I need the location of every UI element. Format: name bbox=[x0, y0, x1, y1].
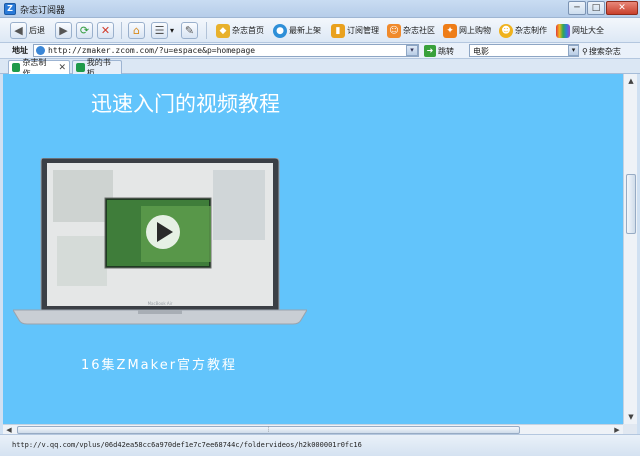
url-input[interactable]: http://zmaker.zcom.com/?u=espace&p=homep… bbox=[33, 44, 419, 57]
refresh-button[interactable]: ⟳ bbox=[76, 21, 93, 40]
status-url: http://v.qq.com/vplus/06d42ea58cc6a970de… bbox=[12, 441, 362, 449]
home-button[interactable]: ⌂ bbox=[128, 21, 145, 40]
page-heading: 迅速入门的视频教程 bbox=[91, 92, 280, 116]
scroll-up-icon[interactable]: ▲ bbox=[625, 75, 637, 87]
page-icon bbox=[36, 46, 45, 55]
tab-close-icon[interactable]: ✕ bbox=[58, 63, 66, 73]
tab-page-icon bbox=[76, 63, 85, 72]
laptop-brand-text: MacBook Air bbox=[148, 301, 173, 306]
magazine-home-button[interactable]: ◆ 杂志首页 bbox=[216, 21, 264, 40]
history-dropdown-icon: ▾ bbox=[170, 26, 175, 35]
toolbar: ◀ 后退 ▶ ⟳ ✕ ⌂ ☰ ▾ ✎ ◆ 杂志首页 ● 最新上架 ▮ 订阅管理 … bbox=[0, 18, 640, 43]
go-button[interactable]: ➜ 跳转 bbox=[424, 44, 454, 58]
smiley-icon: ☻ bbox=[499, 23, 513, 38]
tutorial-caption[interactable]: 16集ZMaker官方教程 bbox=[81, 354, 237, 373]
color-bars-icon bbox=[556, 23, 570, 38]
vertical-scrollbar[interactable]: ▲ ▼ bbox=[623, 74, 637, 424]
online-shopping-button[interactable]: ✦ 网上购物 bbox=[443, 21, 491, 40]
horizontal-scrollbar[interactable]: ◀ ⋮ ▶ bbox=[3, 424, 623, 434]
scroll-corner bbox=[623, 424, 637, 434]
forward-button[interactable]: ▶ bbox=[55, 21, 72, 40]
forward-arrow-icon: ▶ bbox=[55, 22, 72, 39]
search-dropdown-icon[interactable]: ▾ bbox=[568, 45, 579, 56]
back-arrow-icon: ◀ bbox=[10, 22, 27, 39]
tab-bar: 杂志制作 ✕ 我的书柜 bbox=[0, 58, 640, 78]
home-icon: ⌂ bbox=[128, 22, 145, 39]
search-button-label: 搜索杂志 bbox=[588, 46, 621, 56]
magazine-home-label: 杂志首页 bbox=[232, 26, 264, 35]
stop-icon: ✕ bbox=[97, 22, 114, 39]
back-label: 后退 bbox=[29, 26, 45, 35]
history-button[interactable]: ☰ ▾ bbox=[151, 21, 174, 40]
url-text: http://zmaker.zcom.com/?u=espace&p=homep… bbox=[48, 46, 256, 55]
url-dropdown-icon[interactable]: ▾ bbox=[406, 45, 418, 56]
shopping-icon: ✦ bbox=[443, 23, 457, 38]
search-icon: ⚲ bbox=[582, 46, 588, 56]
edit-icon: ✎ bbox=[181, 22, 198, 39]
title-bar: Z 杂志订阅器 ─ □ ✕ bbox=[0, 0, 640, 18]
magazine-home-icon: ◆ bbox=[216, 23, 230, 38]
window-title: 杂志订阅器 bbox=[20, 6, 66, 16]
url-directory-label: 网址大全 bbox=[572, 26, 604, 35]
app-icon: Z bbox=[4, 3, 16, 15]
new-arrivals-button[interactable]: ● 最新上架 bbox=[273, 21, 321, 40]
globe-icon: ● bbox=[273, 23, 287, 38]
web-content: 迅速入门的视频教程 MacBook Air 16集ZMaker官方教程 bbox=[3, 74, 623, 424]
magazine-community-label: 杂志社区 bbox=[403, 26, 435, 35]
url-directory-button[interactable]: 网址大全 bbox=[556, 21, 604, 40]
go-arrow-icon: ➜ bbox=[424, 45, 436, 57]
video-tutorial-thumbnail[interactable]: MacBook Air bbox=[13, 158, 307, 328]
history-icon: ☰ bbox=[151, 22, 168, 39]
scroll-down-icon[interactable]: ▼ bbox=[625, 411, 637, 423]
address-label: 地址 bbox=[12, 46, 28, 55]
edit-button[interactable]: ✎ bbox=[181, 21, 198, 40]
magazine-making-button[interactable]: ☻ 杂志制作 bbox=[499, 21, 547, 40]
refresh-icon: ⟳ bbox=[76, 22, 93, 39]
close-button[interactable]: ✕ bbox=[606, 1, 638, 15]
minimize-button[interactable]: ─ bbox=[568, 1, 586, 15]
toolbar-divider bbox=[206, 22, 207, 39]
tab-magazine-making[interactable]: 杂志制作 ✕ bbox=[8, 58, 70, 78]
bookmark-icon: ▮ bbox=[331, 23, 345, 38]
magazine-community-button[interactable]: ☺ 杂志社区 bbox=[387, 21, 435, 40]
people-icon: ☺ bbox=[387, 23, 401, 38]
subscription-management-button[interactable]: ▮ 订阅管理 bbox=[331, 21, 379, 40]
status-bar: http://v.qq.com/vplus/06d42ea58cc6a970de… bbox=[0, 434, 640, 456]
stop-button[interactable]: ✕ bbox=[97, 21, 114, 40]
online-shopping-label: 网上购物 bbox=[459, 26, 491, 35]
search-magazine-button[interactable]: ⚲ 搜索杂志 bbox=[582, 44, 621, 58]
tab-page-icon bbox=[12, 63, 21, 72]
toolbar-divider bbox=[121, 22, 122, 39]
tab-my-bookshelf[interactable]: 我的书柜 bbox=[72, 58, 122, 78]
subscription-management-label: 订阅管理 bbox=[347, 26, 379, 35]
search-value: 电影 bbox=[473, 47, 489, 56]
vertical-scroll-thumb[interactable] bbox=[626, 174, 636, 234]
back-button[interactable]: ◀ 后退 bbox=[10, 21, 45, 40]
go-label: 跳转 bbox=[438, 46, 454, 56]
new-arrivals-label: 最新上架 bbox=[289, 26, 321, 35]
horizontal-scroll-thumb[interactable]: ⋮ bbox=[17, 426, 520, 434]
maximize-button[interactable]: □ bbox=[587, 1, 605, 15]
search-input[interactable]: 电影 bbox=[469, 44, 579, 57]
magazine-making-label: 杂志制作 bbox=[515, 26, 547, 35]
